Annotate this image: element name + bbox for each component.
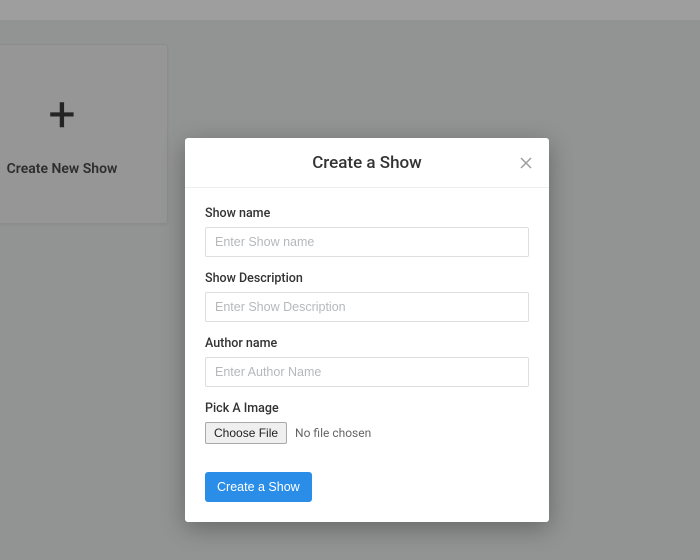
- image-group: Pick A Image Choose File No file chosen: [205, 401, 529, 444]
- choose-file-button[interactable]: Choose File: [205, 422, 287, 444]
- create-show-submit-button[interactable]: Create a Show: [205, 472, 312, 502]
- author-name-input[interactable]: [205, 357, 529, 387]
- show-name-input[interactable]: [205, 227, 529, 257]
- author-name-group: Author name: [205, 336, 529, 387]
- file-status: No file chosen: [295, 426, 371, 440]
- modal-title: Create a Show: [312, 153, 422, 173]
- close-icon: [520, 157, 532, 169]
- close-button[interactable]: [517, 154, 535, 172]
- file-row: Choose File No file chosen: [205, 422, 529, 444]
- image-label: Pick A Image: [205, 401, 529, 416]
- show-name-label: Show name: [205, 206, 529, 221]
- show-description-group: Show Description: [205, 271, 529, 322]
- modal-body: Show name Show Description Author name P…: [185, 188, 549, 522]
- modal-header: Create a Show: [185, 138, 549, 188]
- show-description-label: Show Description: [205, 271, 529, 286]
- show-description-input[interactable]: [205, 292, 529, 322]
- author-name-label: Author name: [205, 336, 529, 351]
- create-show-modal: Create a Show Show name Show Description…: [185, 138, 549, 522]
- show-name-group: Show name: [205, 206, 529, 257]
